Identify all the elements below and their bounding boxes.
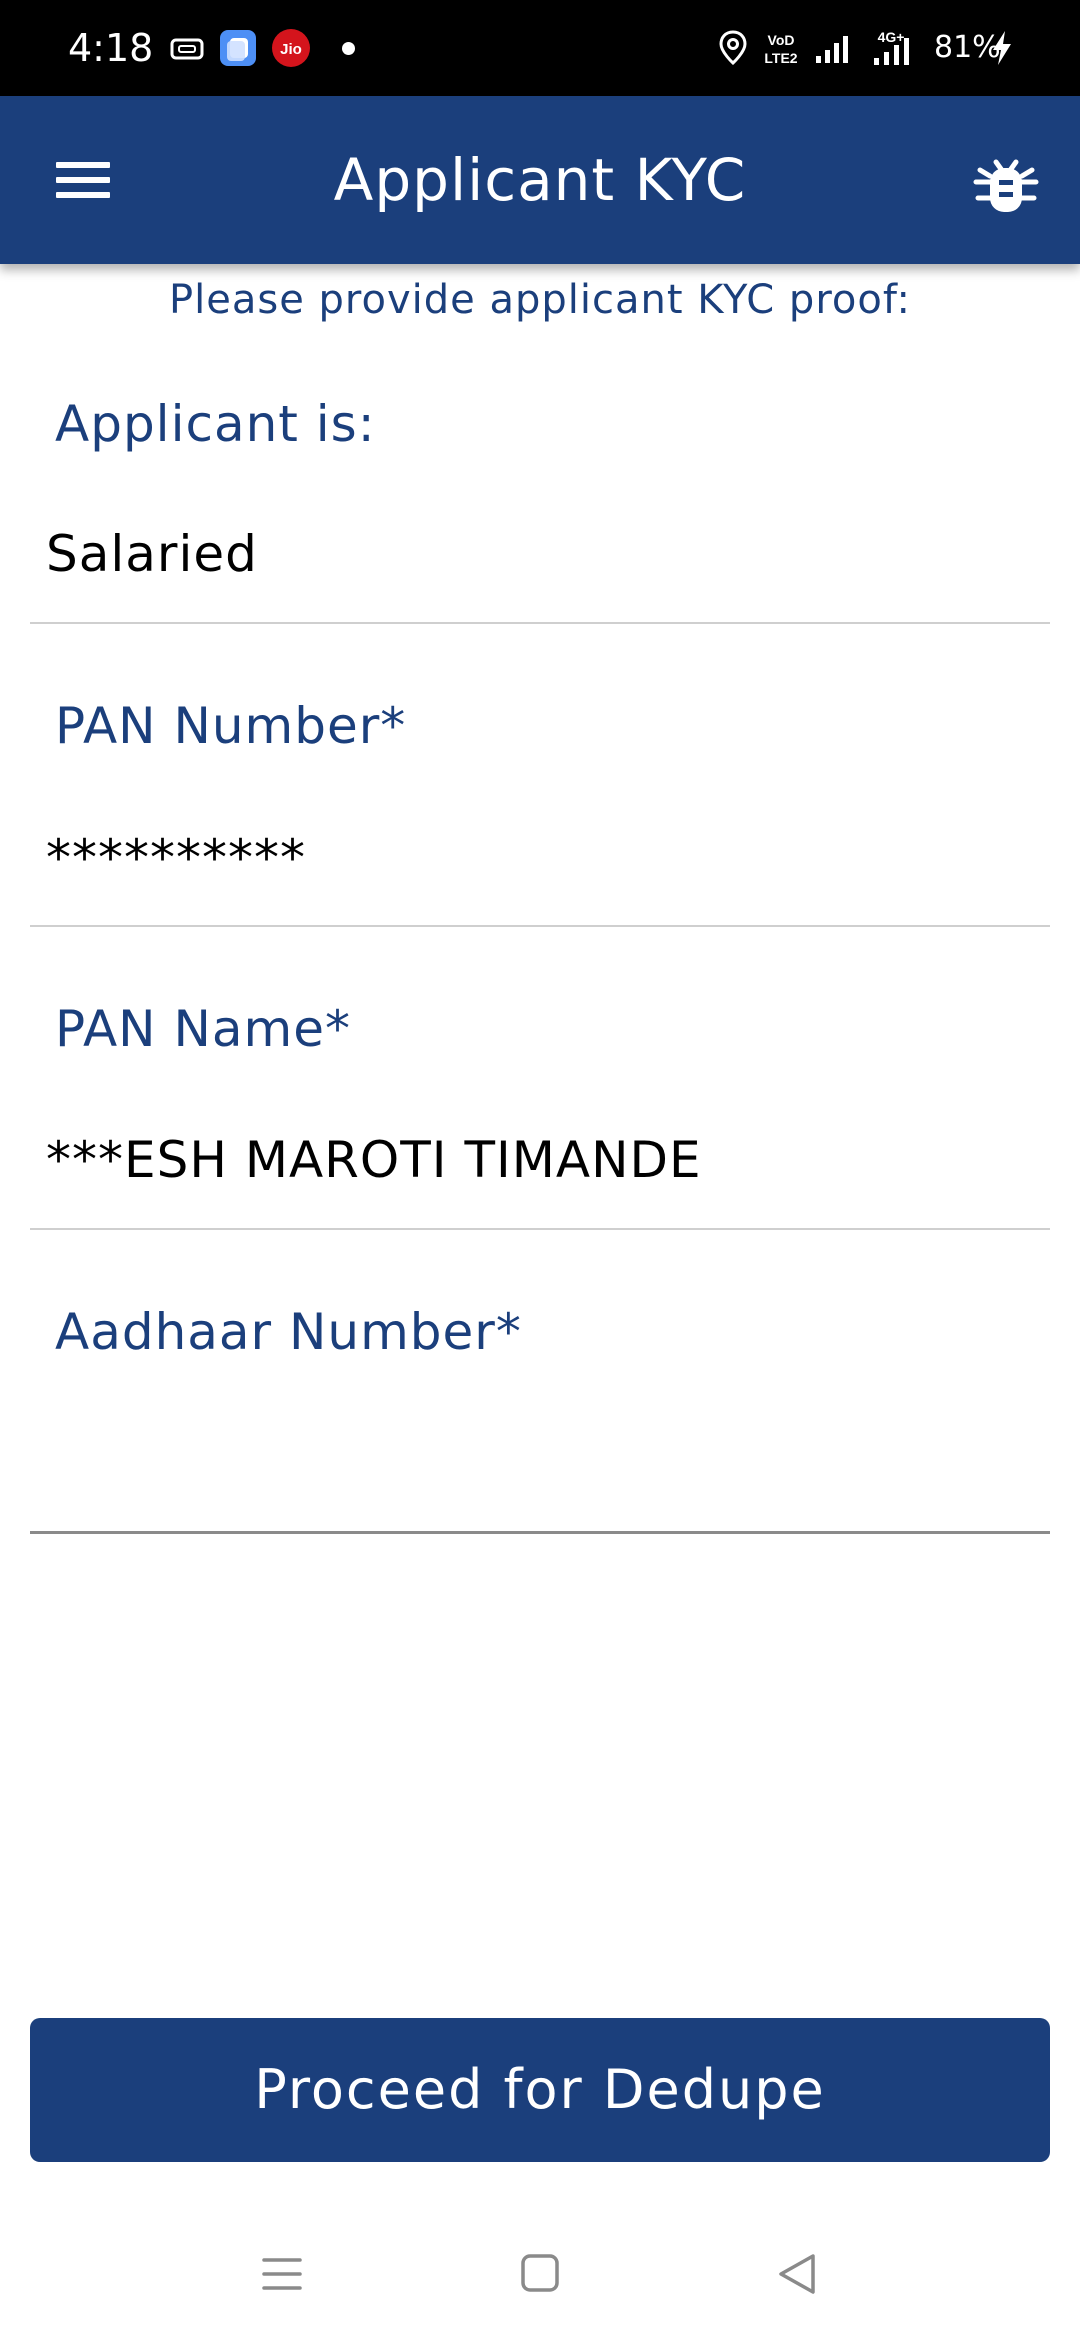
nav-back-button[interactable] [753,2238,843,2310]
svg-text:4G+: 4G+ [878,29,905,45]
location-icon [719,30,747,66]
app-notification-icon [220,30,256,66]
svg-text:Jio: Jio [280,41,302,58]
applicant-type-label: Applicant is: [55,395,376,453]
pan-number-value: ********** [46,829,306,887]
recents-icon [262,2258,302,2290]
signal-4g-icon: 4G+ [874,29,909,65]
charging-icon [993,31,1011,65]
form-subtitle: Please provide applicant KYC proof: [169,277,911,323]
nav-recents-button[interactable] [237,2238,327,2310]
status-bar: 4:18 Jio VoD LTE2 4G+ 81% [0,0,1080,96]
applicant-type-divider [30,622,1050,624]
bug-report-button[interactable] [970,148,1042,220]
pan-name-label: PAN Name* [55,1000,351,1058]
aadhaar-number-label: Aadhaar Number* [55,1303,522,1361]
pan-name-value: ***ESH MAROTI TIMANDE [46,1131,702,1189]
screen-record-icon [170,38,204,60]
home-icon [521,2254,559,2292]
pan-name-divider [30,1228,1050,1230]
pan-number-divider [30,925,1050,927]
notification-dot-icon [342,42,355,55]
pan-number-label: PAN Number* [55,697,407,755]
page-title: Applicant KYC [333,146,747,214]
volte-icon: VoD LTE2 [764,32,797,66]
applicant-type-value: Salaried [46,525,258,583]
back-icon [779,2254,815,2294]
bug-icon [973,159,1039,212]
status-time: 4:18 [68,26,154,70]
jio-icon: Jio [272,29,310,67]
svg-text:VoD: VoD [768,32,795,48]
aadhaar-number-underline [30,1531,1050,1534]
signal-icon [816,36,848,63]
proceed-for-dedupe-button[interactable]: Proceed for Dedupe [30,2018,1050,2162]
nav-home-button[interactable] [495,2238,585,2310]
app-bar: Applicant KYC [0,96,1080,264]
aadhaar-number-field[interactable] [30,1404,1050,1532]
svg-text:LTE2: LTE2 [764,50,797,66]
